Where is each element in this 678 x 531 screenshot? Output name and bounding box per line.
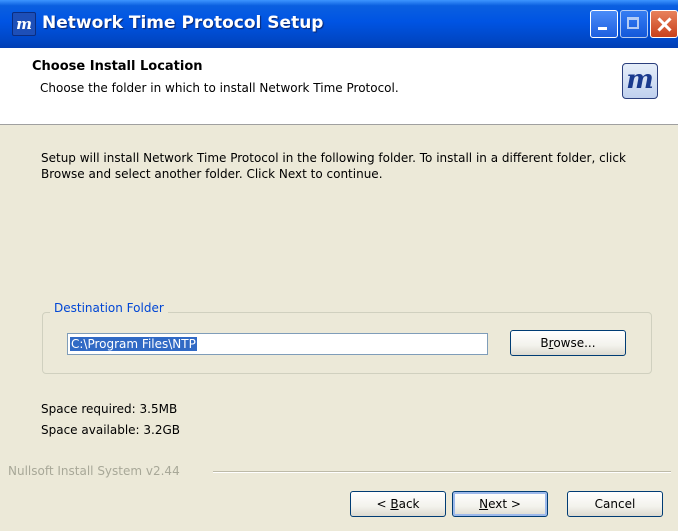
back-button[interactable]: < Back (350, 491, 446, 517)
browse-button[interactable]: Browse... (510, 330, 626, 356)
browse-label-pre: B (540, 336, 549, 350)
window-title: Network Time Protocol Setup (42, 13, 324, 33)
next-accel-key: N (479, 497, 489, 511)
instructions-text: Setup will install Network Time Protocol… (41, 151, 626, 181)
title-bar[interactable]: m Network Time Protocol Setup (0, 0, 678, 48)
space-required-text: Space required: 3.5MB (41, 402, 178, 416)
installer-window: m Network Time Protocol Setup Choose Ins… (0, 0, 678, 531)
nsis-m-icon: m (12, 12, 36, 36)
minimize-icon[interactable] (590, 10, 618, 38)
browse-label-post: owse... (553, 336, 596, 350)
back-label-post: ack (398, 497, 420, 511)
maximize-icon[interactable] (620, 10, 648, 38)
close-icon[interactable] (650, 10, 678, 38)
space-available-text: Space available: 3.2GB (41, 423, 181, 437)
next-label-post: ext > (488, 497, 521, 511)
back-accel-key: B (390, 497, 399, 511)
next-button[interactable]: Next > (452, 491, 548, 517)
footer-divider (213, 471, 671, 473)
cancel-button[interactable]: Cancel (567, 491, 663, 517)
destination-folder-label: Destination Folder (50, 301, 168, 315)
page-subtitle: Choose the folder in which to install Ne… (40, 81, 399, 95)
install-path-value: C:\Program Files\NTP (70, 337, 197, 351)
back-label-pre: < (376, 497, 391, 511)
header-panel: Choose Install Location Choose the folde… (0, 48, 678, 125)
page-title: Choose Install Location (32, 59, 203, 74)
nsis-logo-icon: m (622, 63, 658, 99)
nsis-branding-text: Nullsoft Install System v2.44 (8, 464, 180, 478)
install-path-input[interactable]: C:\Program Files\NTP (67, 333, 488, 355)
